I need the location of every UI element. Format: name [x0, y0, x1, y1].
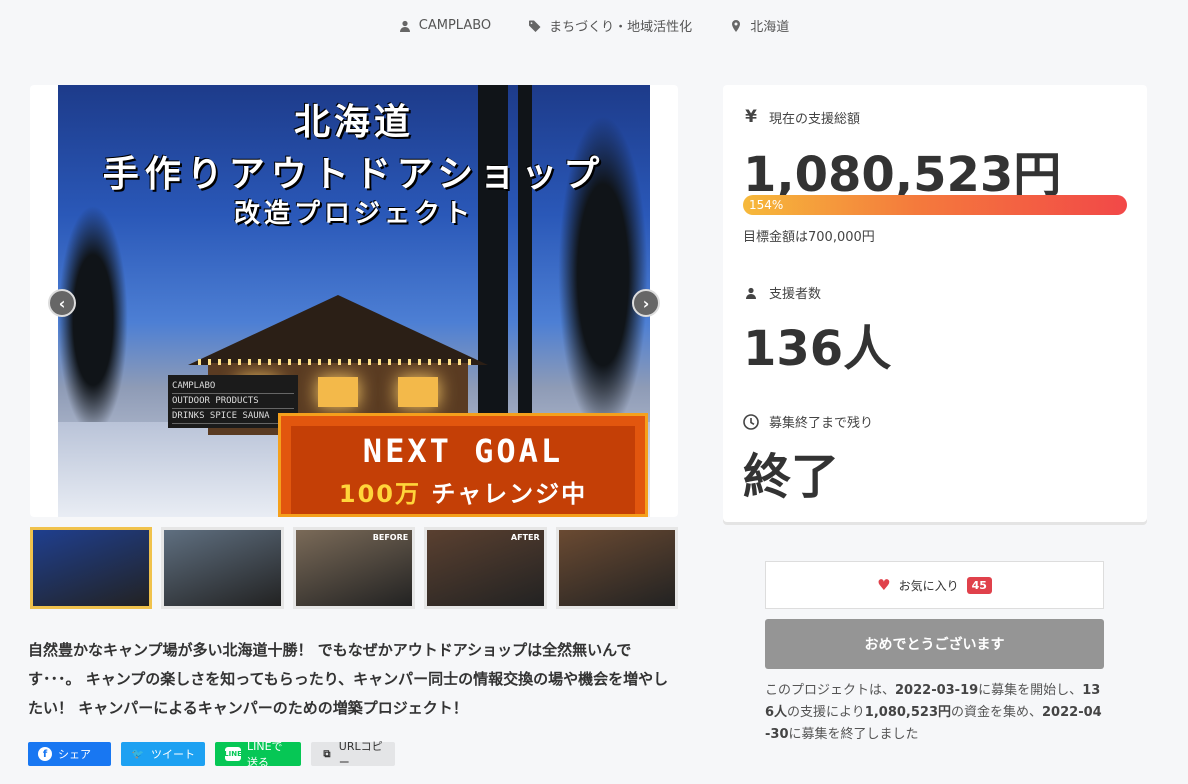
user-icon [743, 287, 759, 299]
tag-icon [529, 20, 541, 32]
favorite-button[interactable]: ♥ お気に入り 45 [765, 561, 1104, 609]
hero-carousel: CAMPLABO OUTDOOR PRODUCTS DRINKS SPICE S… [30, 85, 678, 517]
facebook-share-label: シェア [58, 748, 91, 761]
summary-text: このプロジェクトは、 [765, 683, 896, 698]
facebook-icon: f [38, 747, 52, 761]
copy-icon: ⧉ [323, 748, 331, 760]
facebook-share-button[interactable]: f シェア [28, 742, 111, 766]
goal-amount: 目標金額は700,000円 [743, 230, 875, 245]
next-goal-banner: NEXT GOAL 100万 チャレンジ中 [278, 413, 648, 517]
thumbnail-label: BEFORE [372, 533, 409, 542]
heart-icon: ♥ [877, 576, 891, 594]
favorite-label: お気に入り [898, 578, 959, 593]
remaining-label-row: 募集終了まで残り [743, 412, 873, 431]
goal-challenge-rest: チャレンジ中 [431, 480, 588, 508]
owner-name: CAMPLABO [418, 18, 492, 33]
meta-location[interactable]: 北海道 [730, 16, 789, 35]
total-label-row: ¥ 現在の支援総額 [743, 107, 860, 127]
supporters-count: 136人 [743, 321, 892, 377]
summary-start-date: 2022-03-19 [895, 683, 979, 698]
thumbnail-label: AFTER [510, 533, 540, 542]
thumbnail-strip: BEFORE AFTER [30, 527, 679, 609]
remaining-value: 終了 [743, 449, 840, 505]
chevron-left-icon: ‹ [58, 293, 66, 313]
hero-title-line3: 改造プロジェクト [233, 199, 474, 229]
line-share-button[interactable]: LINE LINEで送る [215, 740, 301, 769]
project-description: 自然豊かなキャンプ場が多い北海道十勝！ でもなぜかアウトドアショップは全然無いん… [28, 641, 669, 717]
user-icon [399, 20, 410, 32]
goal-amount-highlight: 100万 [338, 480, 421, 508]
goal-challenge-text: 100万 チャレンジ中 [281, 474, 645, 509]
hero-title-line1: 北海道 [293, 102, 414, 143]
supporters-label: 支援者数 [769, 287, 822, 302]
meta-owner[interactable]: CAMPLABO [399, 16, 491, 35]
progress-percent: 154% [749, 198, 784, 212]
category-label: まちづくり・地域活性化 [549, 20, 693, 35]
thumbnail-2[interactable] [161, 527, 284, 609]
thumbnail-image [558, 530, 676, 606]
supporters-label-row: 支援者数 [743, 283, 821, 302]
hero-title-line2: 手作りアウトドアショップ [102, 154, 606, 195]
thumbnail-5[interactable] [555, 527, 679, 609]
thumbnail-4[interactable]: AFTER [424, 527, 547, 609]
summary-text: の支援により [787, 705, 865, 720]
funding-stats-panel: ¥ 現在の支援総額 1,080,523円 154% 目標金額は700,000円 … [723, 85, 1147, 522]
meta-category[interactable]: まちづくり・地域活性化 [529, 16, 692, 35]
share-buttons: f シェア 🐦 ツイート LINE LINEで送る ⧉ URLコピー [28, 740, 395, 769]
yen-icon: ¥ [745, 107, 757, 127]
thumbnail-image [33, 530, 150, 606]
summary-amount: 1,080,523円 [864, 705, 951, 720]
thumbnail-3[interactable]: BEFORE [292, 527, 416, 609]
project-summary: このプロジェクトは、2022-03-19に募集を開始し、136人の支援により1,… [765, 680, 1105, 746]
map-pin-icon [732, 19, 741, 32]
twitter-share-label: ツイート [151, 748, 195, 761]
carousel-prev-button[interactable]: ‹ [48, 289, 76, 317]
clock-icon [743, 413, 759, 430]
line-share-label: LINEで送る [247, 740, 283, 769]
funding-progress-bar: 154% [743, 195, 1127, 215]
total-label: 現在の支援総額 [769, 111, 861, 127]
twitter-icon: 🐦 [131, 748, 145, 760]
url-copy-button[interactable]: ⧉ URLコピー [311, 740, 395, 769]
hero-image: CAMPLABO OUTDOOR PRODUCTS DRINKS SPICE S… [58, 85, 650, 517]
location-label: 北海道 [750, 20, 790, 35]
project-meta-bar: CAMPLABO まちづくり・地域活性化 北海道 [0, 16, 1188, 35]
summary-text: に募集を終了しました [788, 727, 919, 742]
remaining-label: 募集終了まで残り [769, 416, 874, 431]
thumbnail-image [164, 530, 281, 606]
summary-text: に募集を開始し、 [978, 683, 1083, 698]
thumbnail-1[interactable] [30, 527, 153, 609]
congratulations-button[interactable]: おめでとうございます [765, 619, 1104, 669]
favorite-count-badge: 45 [966, 576, 992, 594]
twitter-share-button[interactable]: 🐦 ツイート [121, 742, 205, 766]
carousel-next-button[interactable]: › [632, 289, 660, 317]
chevron-right-icon: › [642, 293, 650, 313]
summary-text: の資金を集め、 [951, 705, 1043, 720]
sign-line: CAMPLABO [172, 379, 294, 394]
next-goal-text: NEXT GOAL [362, 432, 564, 470]
sign-line: DRINKS SPICE SAUNA [172, 409, 294, 424]
url-copy-label: URLコピー [338, 740, 383, 769]
line-icon: LINE [224, 747, 242, 761]
sign-line: OUTDOOR PRODUCTS [172, 394, 294, 409]
